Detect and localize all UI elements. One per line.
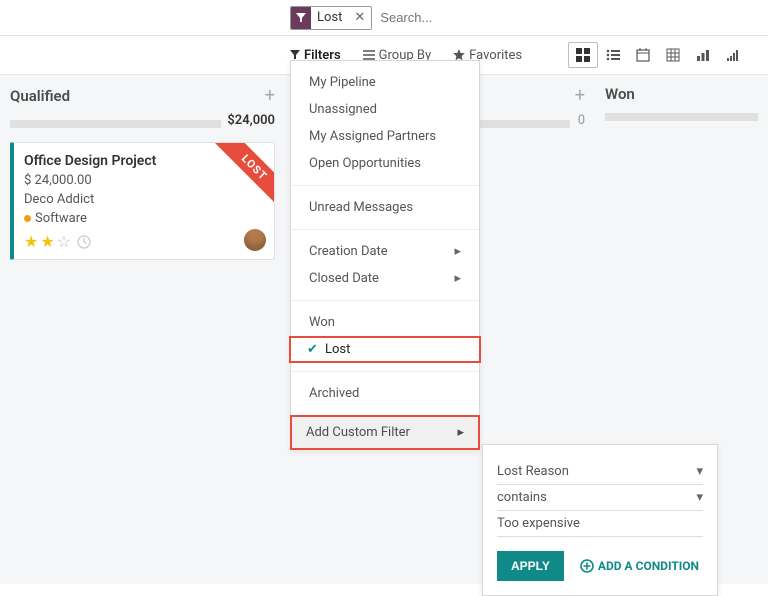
add-condition-label: ADD A CONDITION xyxy=(598,559,699,573)
filter-option[interactable]: Creation Date▸ xyxy=(291,238,479,265)
filter-value-input[interactable]: Too expensive xyxy=(497,511,703,537)
opportunity-card[interactable]: LOST Office Design Project $ 24,000.00 D… xyxy=(10,142,275,260)
filter-option[interactable]: My Pipeline xyxy=(291,69,479,96)
graph-view-icon[interactable] xyxy=(688,42,718,68)
star-icon: ★ xyxy=(40,232,54,251)
stage-title: Qualified xyxy=(10,87,70,105)
stage-add-icon[interactable]: + xyxy=(265,85,275,106)
plus-circle-icon xyxy=(580,559,594,573)
funnel-icon xyxy=(290,50,300,60)
card-tag: Software xyxy=(35,211,87,226)
stage-add-icon[interactable]: + xyxy=(575,85,585,106)
funnel-icon xyxy=(291,7,311,29)
stage-sum: $24,000 xyxy=(227,113,275,128)
filter-value-text: Too expensive xyxy=(497,516,580,531)
filter-option[interactable]: Unassigned xyxy=(291,96,479,123)
active-filter-tag[interactable]: Lost ✕ xyxy=(290,6,372,30)
filter-tag-remove-icon[interactable]: ✕ xyxy=(348,10,371,25)
kanban-view-icon[interactable] xyxy=(568,42,598,68)
filter-option[interactable]: ✔Lost xyxy=(289,336,481,363)
filter-option[interactable]: My Assigned Partners xyxy=(291,123,479,150)
search-input[interactable] xyxy=(380,10,580,25)
add-custom-filter[interactable]: Add Custom Filter ▸ xyxy=(290,415,480,450)
filter-operator-select[interactable]: contains ▾ xyxy=(497,485,703,511)
star-icon: ★ xyxy=(24,232,38,251)
tag-dot-icon xyxy=(24,215,31,222)
stage-title: Won xyxy=(605,85,635,103)
view-switcher xyxy=(568,42,748,68)
filter-option[interactable]: Open Opportunities xyxy=(291,150,479,177)
star-icon: ☆ xyxy=(57,232,71,251)
caret-down-icon: ▾ xyxy=(696,464,703,479)
chevron-right-icon: ▸ xyxy=(454,244,461,259)
caret-down-icon: ▾ xyxy=(696,490,703,505)
stage-sum: 0 xyxy=(578,113,585,128)
list-view-icon[interactable] xyxy=(598,42,628,68)
clock-icon xyxy=(77,235,91,249)
avatar[interactable] xyxy=(244,229,266,251)
card-customer: Deco Addict xyxy=(24,192,264,207)
cohort-view-icon[interactable] xyxy=(718,42,748,68)
filters-dropdown: My PipelineUnassignedMy Assigned Partner… xyxy=(290,60,480,450)
pivot-view-icon[interactable] xyxy=(658,42,688,68)
filter-field-value: Lost Reason xyxy=(497,464,569,479)
filter-field-select[interactable]: Lost Reason ▾ xyxy=(497,459,703,485)
calendar-view-icon[interactable] xyxy=(628,42,658,68)
chevron-right-icon: ▸ xyxy=(457,425,464,440)
filter-option[interactable]: Won xyxy=(291,309,479,336)
stage-bar xyxy=(10,120,221,128)
add-condition-button[interactable]: ADD A CONDITION xyxy=(580,559,699,573)
filter-option[interactable]: Closed Date▸ xyxy=(291,265,479,292)
filter-tag-label: Lost xyxy=(311,10,348,25)
stage-bar xyxy=(605,113,758,121)
custom-filter-panel: Lost Reason ▾ contains ▾ Too expensive A… xyxy=(482,444,718,596)
chevron-right-icon: ▸ xyxy=(454,271,461,286)
priority-stars[interactable]: ★ ★ ☆ xyxy=(24,232,264,251)
card-amount: $ 24,000.00 xyxy=(24,173,264,188)
filter-option[interactable]: Archived xyxy=(291,380,479,407)
filter-operator-value: contains xyxy=(497,490,547,505)
list-icon xyxy=(363,50,375,60)
filter-option[interactable]: Unread Messages xyxy=(291,194,479,221)
add-custom-filter-label: Add Custom Filter xyxy=(306,425,410,440)
apply-button[interactable]: APPLY xyxy=(497,551,564,581)
